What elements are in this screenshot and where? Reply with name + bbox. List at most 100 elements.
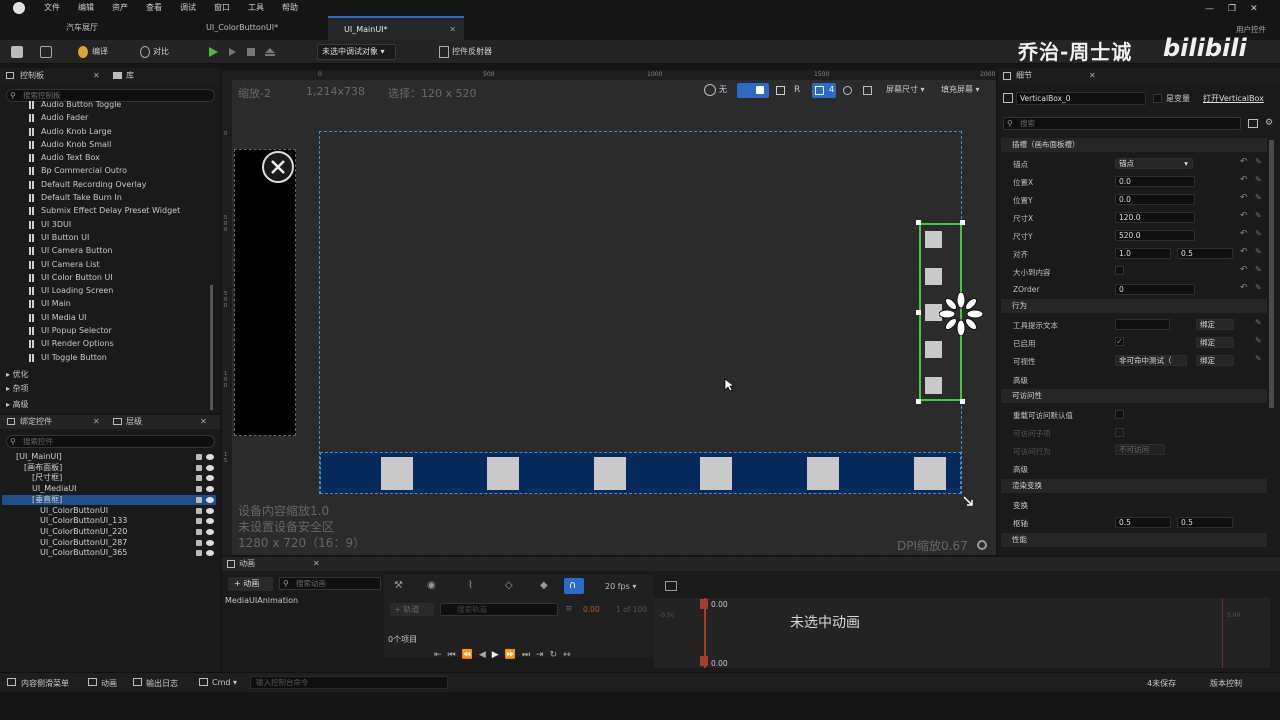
property-input[interactable]: 0.0 — [1115, 176, 1195, 187]
color-button-swatch[interactable] — [487, 457, 519, 490]
palette-item[interactable]: UI Popup Selector — [28, 324, 210, 337]
palette-item[interactable]: UI Render Options — [28, 337, 210, 350]
tab-hierarchy[interactable]: 层级 — [126, 415, 142, 429]
eye-icon[interactable] — [206, 464, 214, 471]
palette-item[interactable]: Default Recording Overlay — [28, 178, 210, 191]
reset-icon[interactable]: ↶ — [1240, 157, 1248, 167]
lock-icon[interactable] — [196, 507, 202, 514]
menu-item[interactable]: 工具 — [248, 0, 264, 16]
property-input[interactable]: 520.0 — [1115, 230, 1195, 241]
preview-icon[interactable] — [863, 86, 872, 95]
prev-key-icon[interactable]: ⏮ — [448, 650, 456, 660]
palette-item[interactable]: Default Take Burn In — [28, 191, 210, 204]
details-scrollbar[interactable] — [1269, 140, 1274, 408]
hierarchy-row[interactable]: [尺寸框] — [2, 473, 216, 484]
wrench-icon[interactable]: ⚒ — [394, 580, 403, 591]
resize-handle[interactable] — [916, 220, 921, 225]
slot-section-header[interactable]: 插槽（画布面板槽） — [1001, 138, 1267, 152]
tab-showroom[interactable]: 汽车展厅 — [50, 16, 190, 40]
hierarchy-row[interactable]: UI_ColorButtonUI — [2, 506, 216, 517]
add-track-button[interactable]: + 轨道 — [390, 603, 434, 616]
range-icon[interactable]: ↔ — [563, 650, 571, 660]
vbox-button-swatch[interactable] — [925, 341, 942, 358]
browse-icon[interactable] — [40, 46, 52, 58]
globe-icon[interactable] — [704, 84, 716, 96]
play-anim-icon[interactable]: ▶ — [492, 650, 499, 660]
unreal-logo-icon[interactable] — [13, 2, 25, 14]
animation-search-input[interactable]: 搜索动画 — [279, 577, 381, 590]
palette-item[interactable]: Bp Commercial Outro — [28, 164, 210, 177]
category-optimize[interactable]: ▸ 优化 — [6, 368, 29, 381]
pivot-y-input[interactable]: 0.5 — [1177, 517, 1233, 528]
add-animation-button[interactable]: + 动画 — [228, 577, 273, 591]
close-window-icon[interactable]: ✕ — [1250, 4, 1258, 14]
vbox-button-swatch[interactable] — [925, 377, 942, 394]
curve-editor-icon[interactable] — [665, 581, 677, 591]
hierarchy-row[interactable]: UI_ColorButtonUI_133 — [2, 516, 216, 527]
fps-dropdown[interactable]: 20 fps ▾ — [605, 582, 636, 591]
hierarchy-row[interactable]: [画布面板] — [2, 463, 216, 474]
palette-item[interactable]: UI Main — [28, 297, 210, 310]
lock-icon[interactable] — [196, 539, 202, 546]
lock-icon[interactable] — [196, 518, 202, 525]
outline-icon[interactable] — [843, 86, 852, 95]
close-icon[interactable]: ✕ — [93, 69, 100, 83]
open-verticalbox-link[interactable]: 打开VerticalBox — [1203, 93, 1264, 104]
console-command-input[interactable]: 输入控制台命令 — [250, 676, 448, 689]
edit-icon[interactable]: ✎ — [1255, 211, 1262, 220]
palette-item[interactable]: UI Loading Screen — [28, 284, 210, 297]
palette-item[interactable]: Audio Fader — [28, 111, 210, 124]
tab-animation[interactable]: 动画 — [239, 557, 255, 571]
animation-list-item[interactable]: MediaUIAnimation — [225, 596, 298, 605]
access-children-checkbox[interactable] — [1115, 428, 1124, 437]
canvas-panel-outline[interactable] — [319, 131, 962, 494]
output-log-button[interactable]: 输出日志 — [146, 678, 178, 689]
resize-corner-icon[interactable] — [962, 495, 974, 507]
gear-icon[interactable] — [977, 540, 987, 550]
hierarchy-row[interactable]: UI_ColorButtonUI_220 — [2, 527, 216, 538]
render-transform-section-header[interactable]: 渲染变换 — [1001, 479, 1267, 493]
close-circle-icon[interactable] — [261, 150, 295, 184]
menu-item[interactable]: 文件 — [44, 0, 60, 16]
color-button-swatch[interactable] — [807, 457, 839, 490]
anchor-dropdown[interactable]: 锚点 ▾ — [1115, 158, 1193, 169]
palette-item[interactable]: UI Color Button UI — [28, 271, 210, 284]
lock-icon[interactable] — [196, 496, 202, 503]
track-search-input[interactable]: 搜索轨道 — [440, 603, 558, 616]
next-key-icon[interactable]: ⏭ — [522, 650, 530, 660]
palette-item[interactable]: UI Camera Button — [28, 244, 210, 257]
is-variable-checkbox[interactable] — [1153, 94, 1162, 103]
step-back-icon[interactable]: ⏪ — [462, 650, 473, 660]
menu-item[interactable]: 窗口 — [214, 0, 230, 16]
screen-size-dropdown[interactable]: 屏幕尺寸 ▾ — [886, 84, 925, 96]
tab-details[interactable]: 细节 — [1016, 69, 1032, 83]
hierarchy-row[interactable]: UI_ColorButtonUI_365 — [2, 548, 216, 559]
palette-item[interactable]: Submix Effect Delay Preset Widget — [28, 204, 210, 217]
menu-item[interactable]: 调试 — [180, 0, 196, 16]
resize-handle[interactable] — [960, 220, 965, 225]
palette-item[interactable]: Audio Text Box — [28, 151, 210, 164]
lock-icon[interactable] — [196, 454, 202, 460]
tab-palette[interactable]: 控制板 — [20, 69, 44, 83]
media-ui-widget[interactable] — [234, 149, 296, 436]
stop-icon[interactable] — [245, 46, 257, 58]
edit-icon[interactable]: ✎ — [1255, 229, 1262, 238]
transform-expander[interactable]: 变换 — [1013, 500, 1028, 511]
access-behavior-select[interactable]: 不可访问 — [1115, 444, 1165, 455]
access-override-checkbox[interactable] — [1115, 410, 1124, 419]
color-button-swatch[interactable] — [381, 457, 413, 490]
link-icon[interactable]: ⌇ — [468, 580, 473, 591]
settings-gear-icon[interactable]: ⚙ — [1265, 118, 1273, 128]
resize-handle[interactable] — [916, 310, 921, 315]
palette-item[interactable]: UI Media UI — [28, 311, 210, 324]
lock-icon[interactable] — [196, 550, 202, 557]
property-input[interactable]: 1.0 — [1115, 248, 1171, 259]
eye-icon[interactable] — [206, 507, 214, 514]
debug-target-select[interactable]: 未选中调试对象 ▾ — [317, 44, 396, 60]
maximize-icon[interactable]: ❐ — [1228, 4, 1236, 14]
step-icon[interactable] — [226, 46, 238, 58]
category-advanced[interactable]: ▸ 高级 — [6, 398, 29, 411]
eye-icon[interactable] — [206, 518, 214, 525]
resize-handle[interactable] — [916, 399, 921, 404]
scrollbar[interactable] — [210, 285, 213, 410]
